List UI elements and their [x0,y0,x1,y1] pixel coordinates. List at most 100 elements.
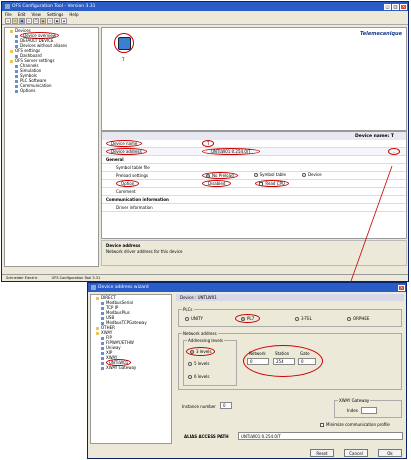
save-icon[interactable]: ▪ [19,17,25,24]
wizard-titlebar: Device address wizard × [88,283,406,292]
browse-address-button[interactable]: ... [388,148,400,155]
plcs-group: PLCs UNITY PL7 3-TEL ORPHEE [178,307,402,327]
new-icon[interactable]: ▫ [5,17,11,24]
print-icon[interactable]: ▣ [54,17,60,24]
cancel-button[interactable]: Cancel [344,449,368,457]
prop-label-symbol-table: Symbol table file [116,165,150,170]
preload-device-radio[interactable]: Device [301,172,322,179]
folder-icon [10,49,13,53]
tree-item-label: XWAY Gateway [106,365,137,370]
prop-value-device-name[interactable]: T [202,140,215,147]
main-tree: Devices Device overview DEFAULT DEVICE Devi… [4,27,99,267]
alias-label: ALIAS ACCESS PATH [184,434,229,439]
folder-icon [96,296,99,300]
help-icon[interactable]: ◆ [61,17,67,24]
gate-label: Gate [300,351,310,356]
prop-value-device-address[interactable]: UNTLW01:0.254.0/T [202,148,260,155]
prop-row-comment[interactable]: Comment [102,188,406,196]
tree-item-label: Options [20,88,36,93]
help-text: Network driver address for this device [106,249,183,254]
plc-3tel-radio[interactable]: 3-TEL [295,316,312,321]
main-title: OFS Configuration Tool - Version 3.31 [12,4,96,9]
wizard-title: Device address wizard [98,285,149,290]
wizard-header: Device : UNTLW01 [176,294,404,301]
folder-icon [96,331,99,335]
folder-icon [10,59,13,63]
option-disabled-value[interactable]: Disabled [202,180,232,187]
prop-row-option: Option Disabled Read CPU [102,180,406,188]
close-button[interactable]: × [400,3,407,10]
wizard-tree: DIRECT ModbusSerial TCP IP ModbusPlus USB Mod… [90,294,172,444]
prop-label-device-name: Device name [106,140,143,147]
tree-item[interactable]: XWAY Gateway [91,365,171,370]
addressing-levels-title: Addressing levels [187,338,224,343]
alias-path-input[interactable]: UNTLW01:0.254.0/T [238,432,403,440]
index-label: Index [347,408,359,413]
minimize-button[interactable]: _ [384,3,391,10]
main-titlebar: OFS Configuration Tool - Version 3.31 _ … [2,2,408,11]
instance-number-input[interactable]: 0 [220,402,232,409]
copy-icon[interactable]: ❐ [33,17,39,24]
prop-label-comment: Comment [116,189,136,194]
index-input[interactable] [361,407,377,414]
status-version: OFS Configuration Tool 3.31 [51,276,101,280]
station-input[interactable]: 254 [273,358,295,365]
station-label: Station [275,351,290,356]
plc-device-icon [117,36,131,50]
prop-label-option: Option [116,180,140,187]
xway-gateway-group: XWAY Gateway Index [334,398,402,418]
menu-file[interactable]: File [5,12,12,17]
prop-label-preload: Preload settings [116,173,149,178]
reset-button[interactable]: Reset [310,449,334,457]
wizard-icon [91,285,96,290]
minimize-profile-checkbox[interactable]: Minimize communication profile [320,422,390,427]
cut-icon[interactable]: ✂ [26,17,32,24]
menu-help[interactable]: Help [69,12,78,17]
prop-label-communication: Communication information [106,197,169,202]
preload-symbol-table-radio[interactable]: Symbol table [253,172,286,179]
menu-settings[interactable]: Settings [47,12,63,17]
prop-row-symbol-table[interactable]: Symbol table file [102,164,406,172]
prop-row-device-name[interactable]: Device name T [102,140,406,148]
brand-logo: Telemecanique [359,31,402,37]
node-icon [15,89,18,93]
help-panel: Device address Network driver address fo… [101,240,407,266]
prop-row-communication: Communication information [102,196,406,204]
app-icon [5,4,10,9]
tree-item[interactable]: Options [5,88,98,93]
node-icon [101,366,104,370]
network-address-title: Network address [182,331,218,336]
device-name-header: Device name: T [102,132,406,140]
plcs-group-title: PLCs [182,307,194,312]
maximize-button[interactable]: □ [392,3,399,10]
wizard-close-button[interactable]: × [398,284,405,291]
folder-icon [10,29,13,33]
prop-row-preload: Preload settings No Preload Symbol table… [102,172,406,180]
menu-edit[interactable]: Edit [18,12,26,17]
level-5-radio[interactable]: 5 levels [188,361,209,366]
status-company: Schneider Electric [6,276,38,280]
main-window: OFS Configuration Tool - Version 3.31 _ … [1,1,409,282]
ok-button[interactable]: Ok [378,449,402,457]
network-input[interactable]: 0 [247,358,269,365]
prop-label-device-address: Device address [106,148,147,155]
network-label: Network [249,351,266,356]
device-tile[interactable] [114,33,134,53]
paste-icon[interactable]: ▤ [40,17,46,24]
prop-row-general: General [102,156,406,164]
prop-row-driver: Driver information [102,204,406,212]
open-icon[interactable]: ▭ [12,17,18,24]
delete-icon[interactable]: ✕ [47,17,53,24]
menu-view[interactable]: View [31,12,41,17]
level-6-radio[interactable]: 6 levels [188,374,209,379]
xway-gateway-title: XWAY Gateway [338,398,371,403]
gate-input[interactable]: 0 [298,358,316,365]
plc-unity-radio[interactable]: UNITY [185,316,203,321]
plc-orphee-radio[interactable]: ORPHEE [347,316,369,321]
read-cpu-checkbox[interactable]: Read CPU [255,180,289,187]
level-3-radio[interactable]: 3 levels [186,347,216,356]
addressing-levels-group: Addressing levels 3 levels 5 levels 6 le… [183,338,237,386]
plc-pl7-radio[interactable]: PL7 [235,314,261,323]
prop-row-device-address[interactable]: Device address UNTLW01:0.254.0/T ... [102,148,406,156]
preload-no-preload-radio[interactable]: No Preload [202,172,238,179]
